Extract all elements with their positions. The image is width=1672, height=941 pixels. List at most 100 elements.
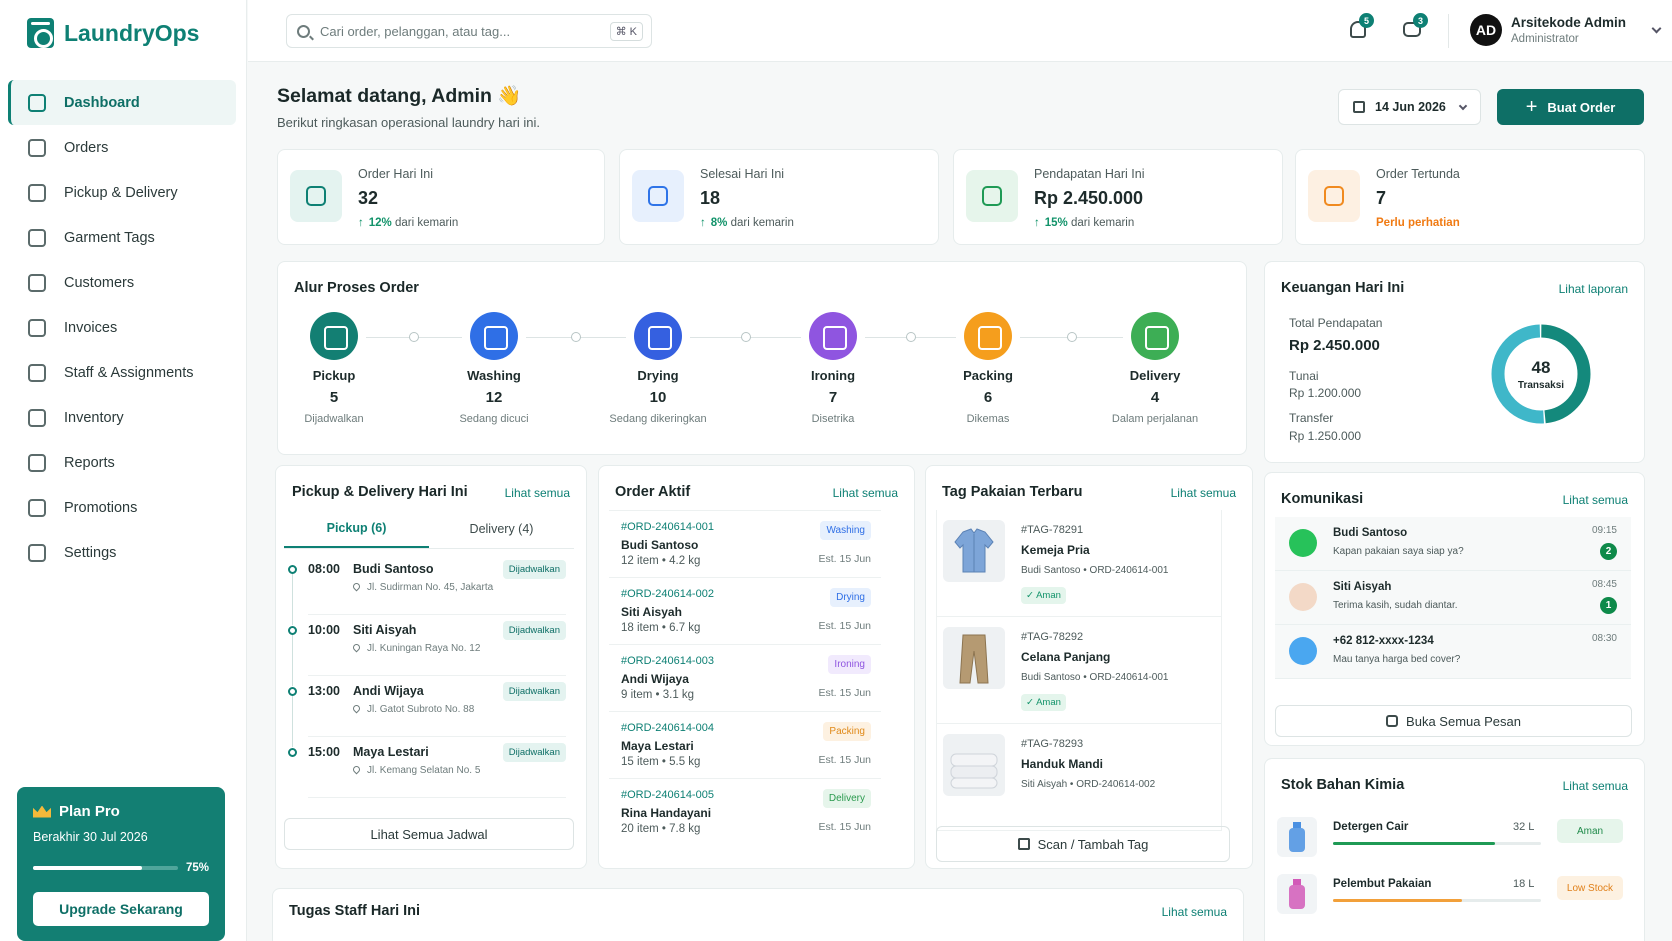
staff-view-all-link[interactable]: Lihat semua xyxy=(1162,905,1227,919)
stat-value: 32 xyxy=(358,188,379,208)
stock-level-bar xyxy=(1333,842,1541,845)
stat-card: Order Tertunda 7 Perlu perhatian xyxy=(1295,149,1645,245)
scan-add-tag-button[interactable]: Scan / Tambah Tag xyxy=(936,826,1230,862)
process-step-pickup[interactable]: Pickup 5 Dijadwalkan xyxy=(264,312,404,425)
user-menu[interactable]: AD Arsitekode Admin Administrator xyxy=(1470,14,1662,46)
comms-view-all-link[interactable]: Lihat semua xyxy=(1563,493,1628,507)
step-connector-dot xyxy=(905,332,916,342)
stock-level-bar xyxy=(1333,899,1541,902)
clipboard-icon xyxy=(28,138,46,157)
communication-card: Komunikasi Lihat semua Budi Santoso Kapan… xyxy=(1264,472,1645,746)
order-row[interactable]: #ORD-240614-002 Siti Aisyah 18 item • 6.7 … xyxy=(609,577,881,644)
process-step-packing[interactable]: Packing 6 Dikemas xyxy=(918,312,1058,425)
tag-row[interactable]: #TAG-78292 Celana Panjang Budi Santoso • O… xyxy=(936,617,1222,724)
step-name: Ironing xyxy=(810,368,856,383)
process-steps: Pickup 5 Dijadwalkan Washing 12 Sedang dicuci… xyxy=(278,312,1246,432)
tags-view-all-link[interactable]: Lihat semua xyxy=(1171,486,1236,500)
view-schedule-button[interactable]: Lihat Semua Jadwal xyxy=(284,818,574,850)
schedule-row[interactable]: 10:00 Siti Aisyah Jl. Kuningan Raya No. 12… xyxy=(276,615,586,686)
sidebar-item-label: Reports xyxy=(64,454,115,471)
message-row[interactable]: Siti Aisyah Terima kasih, sudah diantar. 0… xyxy=(1275,571,1631,625)
create-order-label: Buat Order xyxy=(1547,99,1616,115)
order-row[interactable]: #ORD-240614-005 Rina Handayani 20 item • 7… xyxy=(609,778,881,845)
tag-row[interactable]: #TAG-78293 Handuk Mandi Siti Aisyah • ORD-… xyxy=(936,724,1222,831)
sidebar-item-garment-tags[interactable]: Garment Tags xyxy=(8,215,236,260)
step-status: Disetrika xyxy=(811,413,855,425)
sidebar-item-pickup-delivery[interactable]: Pickup & Delivery xyxy=(8,170,236,215)
stat-trend: ↑ 8% dari kemarin xyxy=(700,217,794,229)
photo-icon xyxy=(1289,583,1317,611)
message-row[interactable]: Budi Santoso Kapan pakaian saya siap ya? 0… xyxy=(1275,517,1631,571)
step-name: Delivery xyxy=(1129,368,1181,383)
order-id[interactable]: #ORD-240614-003 xyxy=(621,655,714,667)
messages-button[interactable]: 3 xyxy=(1400,13,1428,42)
message-row[interactable]: +62 812-xxxx-1234 Mau tanya harga bed cov… xyxy=(1275,625,1631,679)
sidebar-item-settings[interactable]: Settings xyxy=(8,530,236,575)
tag-row[interactable]: #TAG-78291 Kemeja Pria Budi Santoso • ORD-… xyxy=(936,510,1222,617)
search-input[interactable]: Cari order, pelanggan, atau tag... ⌘ K xyxy=(286,14,652,48)
scan-icon xyxy=(1017,838,1030,850)
process-title: Alur Proses Order xyxy=(294,280,419,296)
stock-row[interactable]: Detergen Cair 32 L Aman xyxy=(1277,811,1631,869)
sidebar-item-promotions[interactable]: Promotions xyxy=(8,485,236,530)
stock-title: Stok Bahan Kimia xyxy=(1281,777,1405,793)
process-step-delivery[interactable]: Delivery 4 Dalam perjalanan xyxy=(1085,312,1225,425)
comms-title: Komunikasi xyxy=(1281,491,1364,507)
pickup-view-all-link[interactable]: Lihat semua xyxy=(505,486,570,500)
sidebar-item-reports[interactable]: Reports xyxy=(8,440,236,485)
chevron-down-icon xyxy=(1458,101,1468,110)
sidebar-item-label: Orders xyxy=(64,139,109,156)
order-id[interactable]: #ORD-240614-005 xyxy=(621,789,714,801)
order-id[interactable]: #ORD-240614-002 xyxy=(621,588,714,600)
schedule-time: 08:00 xyxy=(308,562,340,576)
process-step-ironing[interactable]: Ironing 7 Disetrika xyxy=(763,312,903,425)
tabs-divider xyxy=(284,548,574,549)
create-order-button[interactable]: + Buat Order xyxy=(1497,89,1644,125)
order-customer: Siti Aisyah xyxy=(621,605,682,619)
tab-delivery[interactable]: Delivery (4) xyxy=(429,510,574,548)
status-badge: Dijadwalkan xyxy=(502,560,566,579)
stock-view-all-link[interactable]: Lihat semua xyxy=(1563,779,1628,793)
sidebar-item-inventory[interactable]: Inventory xyxy=(8,395,236,440)
schedule-row[interactable]: 13:00 Andi Wijaya Jl. Gatot Subroto No. 88… xyxy=(276,676,586,747)
chevron-down-icon xyxy=(1651,23,1662,33)
finance-report-link[interactable]: Lihat laporan xyxy=(1559,282,1628,296)
waves-icon xyxy=(470,312,518,360)
process-step-washing[interactable]: Washing 12 Sedang dicuci xyxy=(424,312,564,425)
order-quantity: 9 item • 3.1 kg xyxy=(621,689,695,701)
phone-icon xyxy=(1289,637,1317,665)
sidebar-item-staff-assignments[interactable]: Staff & Assignments xyxy=(8,350,236,395)
customer-address: Jl. Kuningan Raya No. 12 xyxy=(351,642,480,654)
location-pin-icon xyxy=(351,642,362,653)
stock-status-badge: Aman xyxy=(1557,819,1623,843)
app-logo[interactable]: LaundryOps xyxy=(27,18,199,48)
order-row[interactable]: #ORD-240614-003 Andi Wijaya 9 item • 3.1 k… xyxy=(609,644,881,711)
schedule-row[interactable]: 15:00 Maya Lestari Jl. Kemang Selatan No. … xyxy=(276,737,586,798)
sidebar-item-label: Dashboard xyxy=(64,94,140,111)
open-all-messages-button[interactable]: Buka Semua Pesan xyxy=(1275,705,1632,737)
garment-name: Handuk Mandi xyxy=(1021,757,1104,771)
order-row[interactable]: #ORD-240614-004 Maya Lestari 15 item • 5.5… xyxy=(609,711,881,778)
stat-icon-glyph xyxy=(648,186,668,206)
location-pin-icon xyxy=(351,764,362,775)
sidebar-item-invoices[interactable]: Invoices xyxy=(8,305,236,350)
stat-card: Selesai Hari Ini 18 ↑ 8% dari kemarin xyxy=(619,149,939,245)
sidebar-item-dashboard[interactable]: Dashboard xyxy=(8,80,236,125)
stock-row[interactable]: Pelembut Pakaian 18 L Low Stock xyxy=(1277,868,1631,926)
order-id[interactable]: #ORD-240614-001 xyxy=(621,521,714,533)
sidebar-item-customers[interactable]: Customers xyxy=(8,260,236,305)
orders-view-all-link[interactable]: Lihat semua xyxy=(833,486,898,500)
order-id[interactable]: #ORD-240614-004 xyxy=(621,722,714,734)
order-row[interactable]: #ORD-240614-001 Budi Santoso 12 item • 4.2… xyxy=(609,510,881,577)
shirt-image xyxy=(943,520,1005,582)
schedule-row[interactable]: 08:00 Budi Santoso Jl. Sudirman No. 45, Ja… xyxy=(276,554,586,625)
sidebar-item-orders[interactable]: Orders xyxy=(8,125,236,170)
date-picker[interactable]: 14 Jun 2026 xyxy=(1338,89,1481,125)
notifications-button[interactable]: 5 xyxy=(1346,13,1374,42)
stat-trend-pct: 15% xyxy=(1044,217,1068,229)
sidebar-item-label: Pickup & Delivery xyxy=(64,184,178,201)
divider xyxy=(1448,14,1449,48)
upgrade-button[interactable]: Upgrade Sekarang xyxy=(33,892,209,926)
tab-pickup[interactable]: Pickup (6) xyxy=(284,510,429,548)
process-step-drying[interactable]: Drying 10 Sedang dikeringkan xyxy=(588,312,728,425)
